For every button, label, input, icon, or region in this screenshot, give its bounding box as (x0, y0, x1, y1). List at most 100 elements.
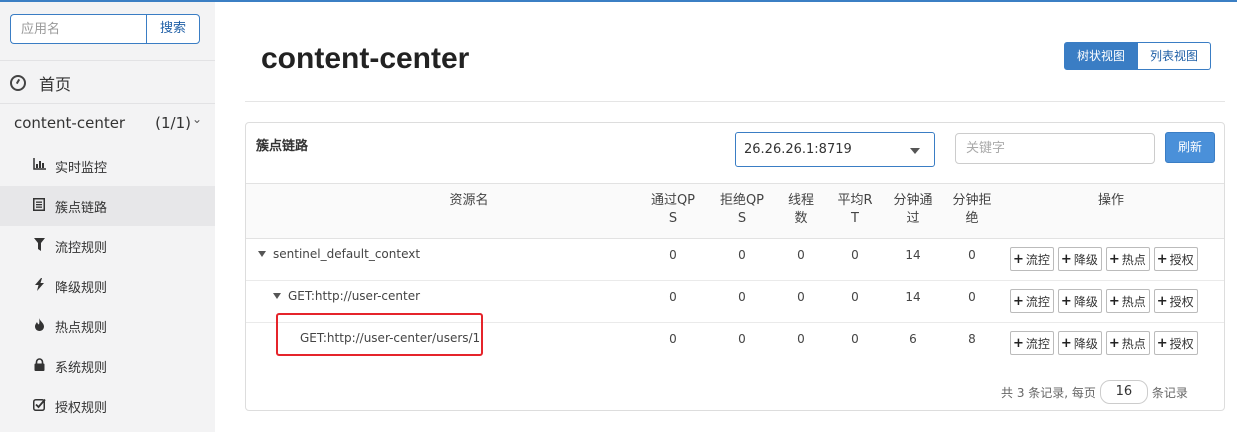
sidebar-item-label: 热点规则 (55, 320, 108, 336)
plus-icon: + (1108, 251, 1120, 267)
pass-qps-cell: 0 (669, 332, 677, 346)
min-pass-cell: 14 (905, 248, 921, 262)
col-pass-qps: 通过QP S (650, 193, 696, 226)
add-flow-rule-button[interactable]: + 流控 (1010, 247, 1054, 271)
col-avg-rt: 平均R T (837, 193, 873, 226)
header-divider (245, 101, 1225, 102)
dashboard-icon (10, 75, 26, 91)
add-degrade-rule-button[interactable]: + 降级 (1057, 331, 1102, 355)
row-actions: + 流控 + 降级 + 热点 + 授权 (1010, 289, 1202, 313)
add-hotspot-rule-button[interactable]: + 热点 (1105, 247, 1150, 271)
col-ops: 操作 (1097, 193, 1124, 208)
bolt-icon (31, 277, 47, 295)
avg-rt-cell: 0 (851, 332, 859, 346)
row-actions: + 流控 + 降级 + 热点 + 授权 (1010, 331, 1202, 355)
sidebar-item-realtime-monitor[interactable]: 实时监控 (0, 146, 215, 186)
resource-name-cell: sentinel_default_context (258, 247, 420, 261)
plus-icon: + (1060, 293, 1072, 309)
sidebar-divider (0, 60, 215, 61)
machine-select[interactable]: 26.26.26.1:8719 (735, 132, 935, 167)
refresh-button[interactable]: 刷新 (1165, 132, 1215, 163)
plus-icon: + (1156, 293, 1168, 309)
avg-rt-cell: 0 (851, 248, 859, 262)
resource-name: sentinel_default_context (273, 247, 421, 261)
plus-icon: + (1108, 335, 1120, 351)
app-search-input[interactable] (10, 14, 147, 44)
col-block-qps: 拒绝QP S (719, 193, 765, 226)
sidebar-item-degrade-rules[interactable]: 降级规则 (0, 266, 215, 306)
list-icon (31, 197, 47, 215)
add-auth-rule-button[interactable]: + 授权 (1153, 247, 1198, 271)
table-header: 资源名 通过QP S 拒绝QP S 线程数 平均R T 分钟通过 分钟拒绝 操作 (246, 183, 1224, 239)
sidebar: 搜索 首页 content-center (1/1) ⌄ 实时监控 簇点链路 流… (0, 2, 215, 432)
resource-name: GET:http://user-center (288, 289, 421, 303)
add-flow-rule-button[interactable]: + 流控 (1010, 331, 1054, 355)
lock-icon (31, 357, 47, 375)
plus-icon: + (1013, 335, 1024, 351)
min-block-cell: 0 (968, 290, 976, 304)
page-size-suffix: 条记录 (1151, 385, 1188, 400)
plus-icon: + (1108, 293, 1120, 309)
page-size-input[interactable]: 16 (1099, 380, 1148, 404)
app-menu-header[interactable]: content-center (1/1) ⌄ (14, 112, 204, 138)
col-resource: 资源名 (449, 193, 489, 208)
collapse-triangle-icon[interactable] (273, 293, 281, 299)
min-pass-cell: 14 (905, 290, 921, 304)
sidebar-item-hotspot-rules[interactable]: 热点规则 (0, 306, 215, 346)
plus-icon: + (1060, 335, 1072, 351)
bar-chart-icon (31, 158, 47, 174)
app-search: 搜索 (10, 14, 200, 46)
add-auth-rule-button[interactable]: + 授权 (1153, 289, 1198, 313)
panel-title: 簇点链路 (256, 139, 309, 154)
caret-down-icon (910, 148, 920, 154)
nav-home-label: 首页 (39, 75, 72, 94)
sidebar-item-label: 簇点链路 (55, 200, 108, 216)
plus-icon: + (1060, 251, 1072, 267)
col-threads: 线程数 (787, 193, 814, 226)
add-hotspot-rule-button[interactable]: + 热点 (1105, 289, 1150, 313)
min-pass-cell: 6 (909, 332, 917, 346)
row-actions: + 流控 + 降级 + 热点 + 授权 (1010, 247, 1202, 271)
add-degrade-rule-button[interactable]: + 降级 (1057, 247, 1102, 271)
add-hotspot-rule-button[interactable]: + 热点 (1105, 331, 1150, 355)
sidebar-item-label: 实时监控 (55, 160, 108, 176)
threads-cell: 0 (797, 248, 805, 262)
col-min-pass: 分钟通过 (893, 193, 933, 226)
list-view-button[interactable]: 列表视图 (1138, 42, 1212, 70)
sidebar-item-auth-rules[interactable]: 授权规则 (0, 386, 215, 426)
page-title: content-center (261, 42, 470, 75)
threads-cell: 0 (797, 332, 805, 346)
block-qps-cell: 0 (738, 290, 746, 304)
filter-icon (31, 237, 47, 255)
min-block-cell: 0 (968, 248, 976, 262)
sidebar-item-flow-rules[interactable]: 流控规则 (0, 226, 215, 266)
nav-home[interactable]: 首页 (10, 70, 71, 96)
search-button[interactable]: 搜索 (146, 14, 200, 44)
sidebar-item-label: 系统规则 (55, 360, 108, 376)
sidebar-item-system-rules[interactable]: 系统规则 (0, 346, 215, 386)
chevron-down-icon: ⌄ (191, 112, 202, 126)
sidebar-item-cluster-links[interactable]: 簇点链路 (0, 186, 215, 226)
plus-icon: + (1156, 335, 1168, 351)
add-degrade-rule-button[interactable]: + 降级 (1057, 289, 1102, 313)
tree-view-button[interactable]: 树状视图 (1064, 42, 1139, 70)
app-machine-count: (1/1) (155, 114, 191, 132)
pagination-footer: 共 3 条记录, 每页 16 条记录 (1001, 379, 1188, 405)
machine-select-value: 26.26.26.1:8719 (744, 142, 852, 157)
add-flow-rule-button[interactable]: + 流控 (1010, 289, 1054, 313)
block-qps-cell: 0 (738, 332, 746, 346)
avg-rt-cell: 0 (851, 290, 859, 304)
keyword-input[interactable] (955, 133, 1155, 164)
fire-icon (31, 317, 47, 335)
resource-name-cell: GET:http://user-center (273, 289, 420, 303)
table-row: sentinel_default_context 0 0 0 0 14 0 + 流… (246, 238, 1224, 281)
record-count-text: 共 3 条记录, 每页 (1001, 385, 1096, 400)
threads-cell: 0 (797, 290, 805, 304)
cluster-links-panel: 簇点链路 26.26.26.1:8719 刷新 资源名 通过QPS 拒绝QPS … (245, 122, 1225, 411)
sidebar-item-label: 流控规则 (55, 240, 108, 256)
app-name: content-center (14, 114, 126, 132)
collapse-triangle-icon[interactable] (258, 251, 266, 257)
annotation-highlight-box (276, 313, 483, 356)
add-auth-rule-button[interactable]: + 授权 (1153, 331, 1198, 355)
plus-icon: + (1013, 293, 1024, 309)
